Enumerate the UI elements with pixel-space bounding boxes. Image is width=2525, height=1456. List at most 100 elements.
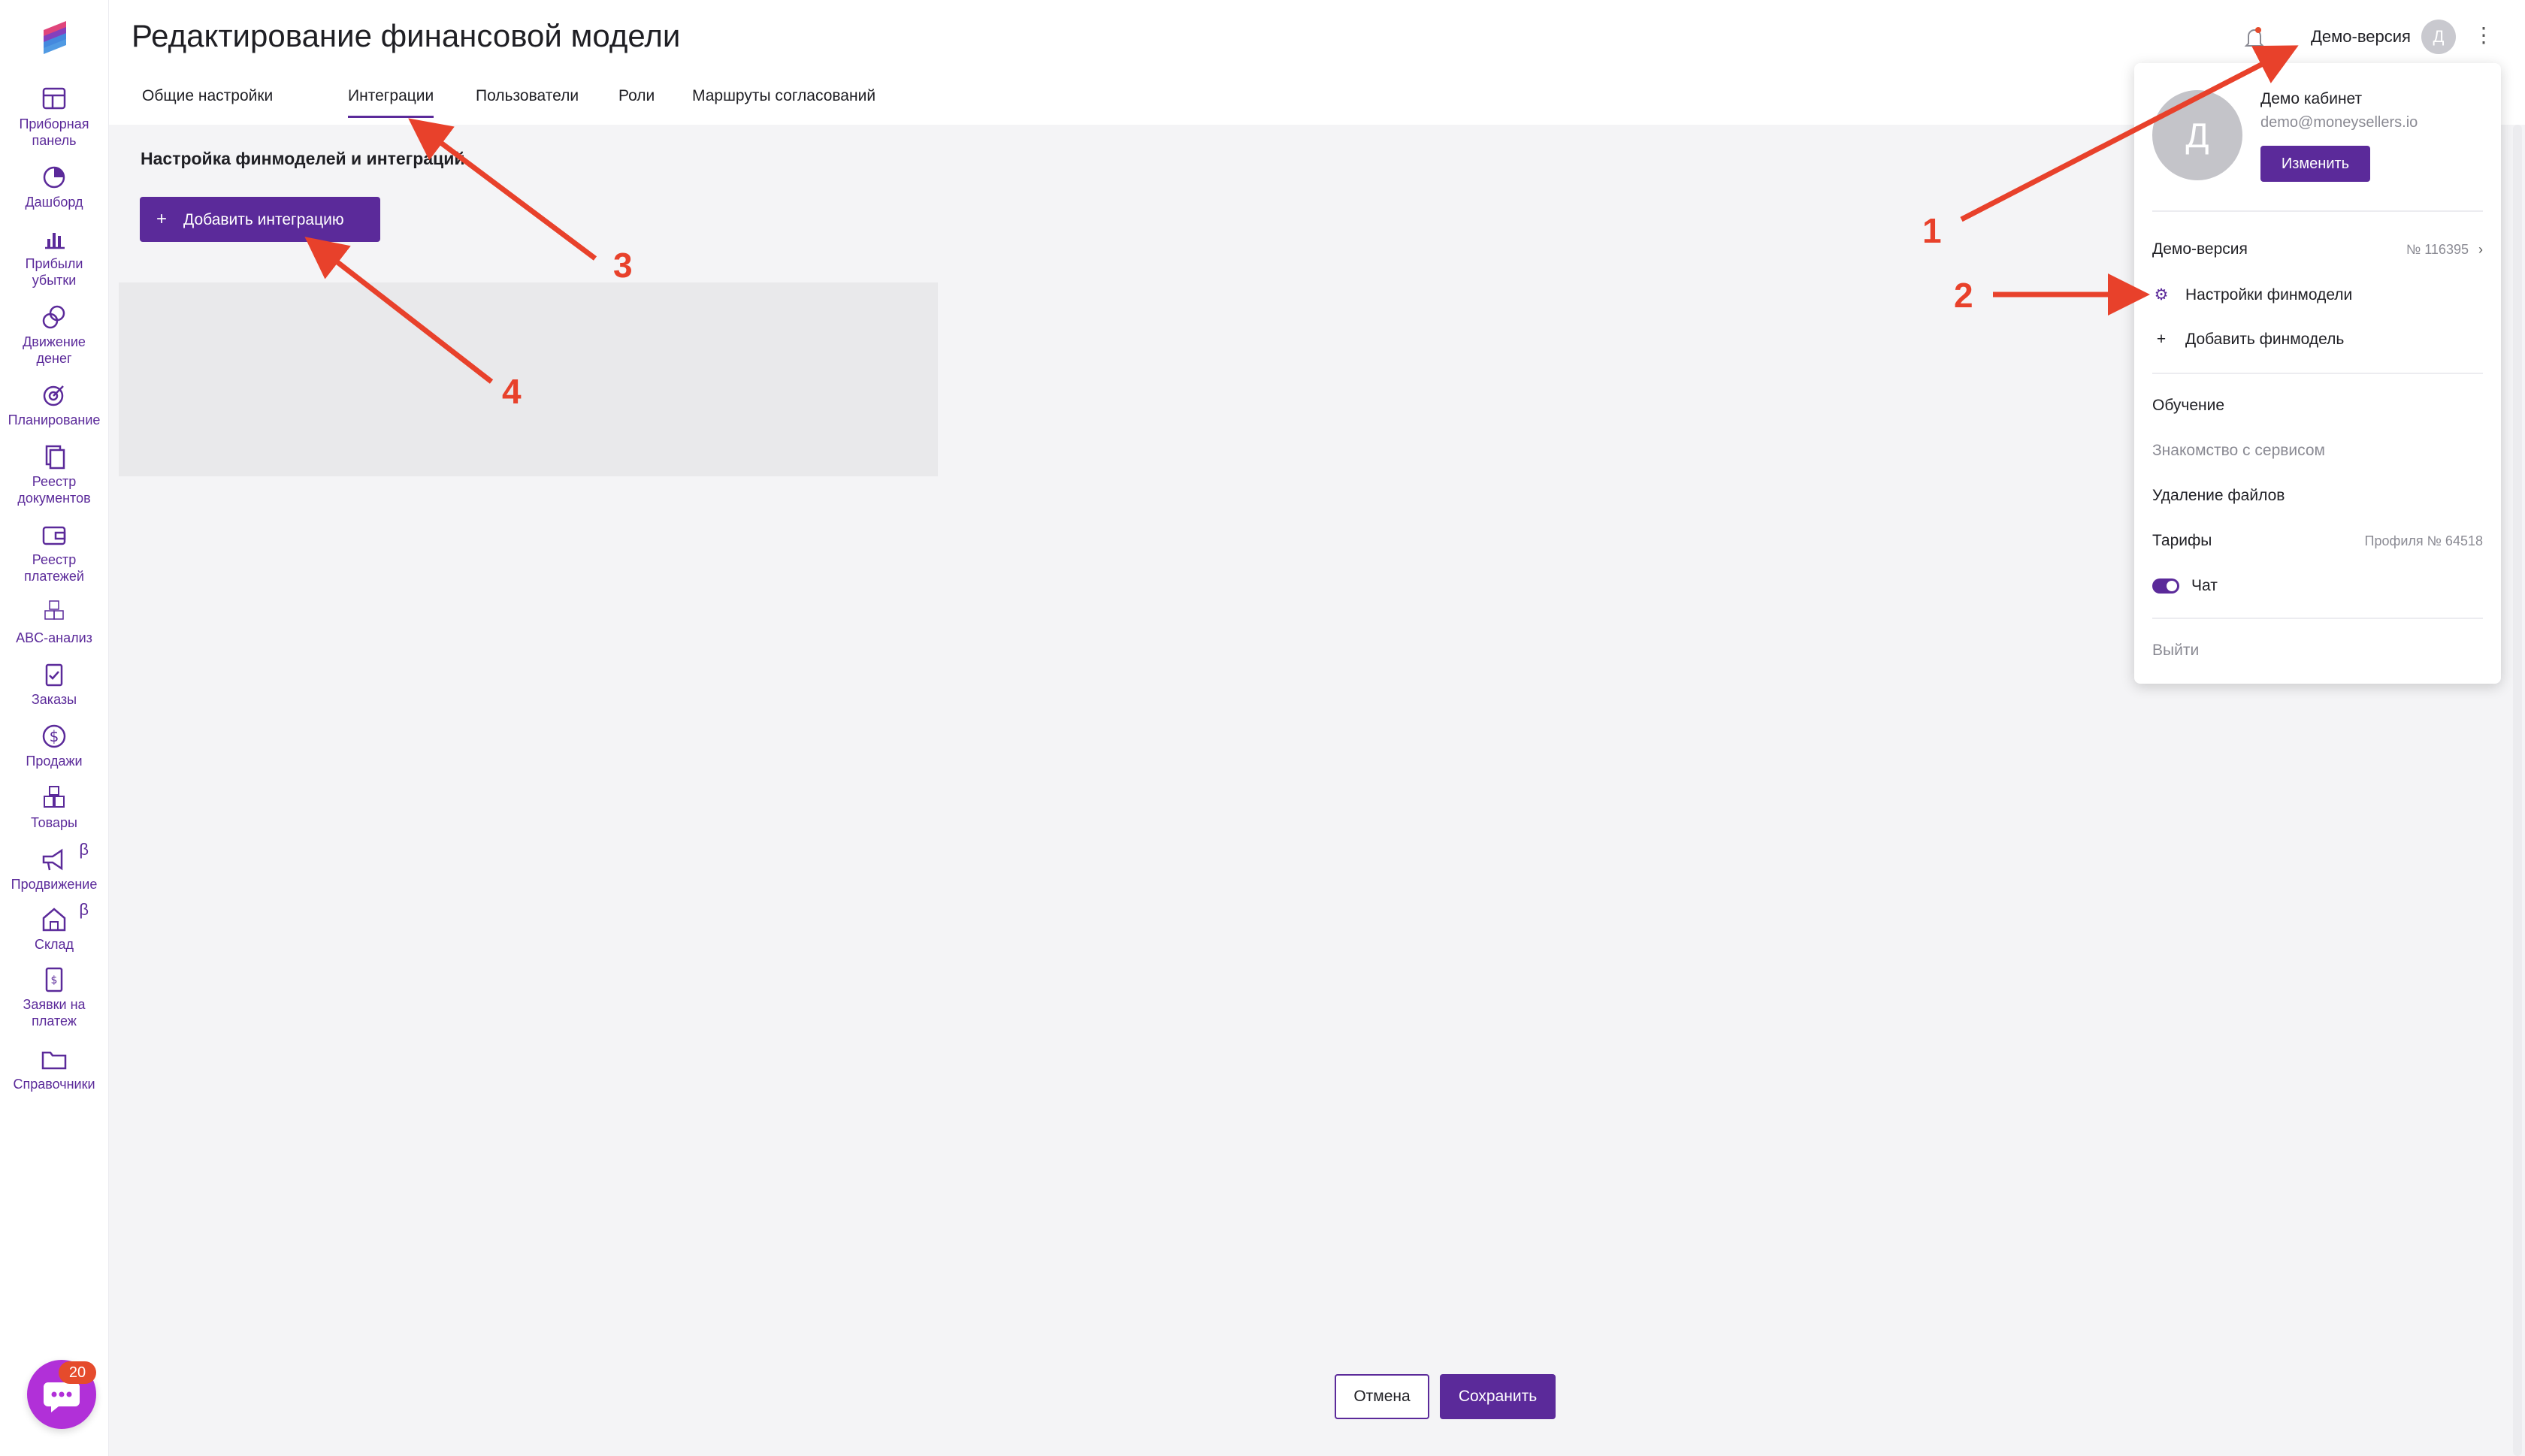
chat-toggle-item[interactable]: Чат (2152, 577, 2218, 595)
abc-icon (44, 600, 64, 620)
add-integration-label: Добавить интеграцию (183, 211, 344, 228)
add-finmodel-item[interactable]: + Добавить финмодель (2152, 331, 2344, 349)
tab-users[interactable]: Пользователи (476, 87, 579, 116)
tab-approval-routes[interactable]: Маршруты согласований (692, 87, 875, 116)
documents-icon (45, 445, 65, 470)
annotation-number-2: 2 (1954, 276, 1973, 315)
sidebar-item-label: Прибыли (25, 256, 83, 271)
sidebar-item-promotion[interactable]: β Продвижение (0, 841, 108, 893)
annotation-number-3: 3 (613, 246, 633, 285)
section-title: Настройка финмоделей и интеграций (141, 149, 465, 168)
sidebar-item-dashboard-panel[interactable]: Приборная панель (0, 86, 108, 149)
plus-icon: + (2156, 331, 2167, 348)
sidebar-item-cash-flow[interactable]: Движение денег (0, 304, 108, 367)
bar-chart-icon (45, 233, 65, 249)
divider (2152, 618, 2483, 619)
sidebar-item-profit-loss[interactable]: Прибыли убытки (0, 225, 108, 288)
beta-badge: β (79, 900, 89, 919)
logout-item[interactable]: Выйти (2152, 642, 2199, 660)
integrations-placeholder (119, 282, 938, 476)
sidebar-item-abc-analysis[interactable]: ABC-анализ (0, 600, 108, 646)
tab-roles[interactable]: Роли (618, 87, 655, 116)
sidebar-item-label: панель (32, 133, 77, 148)
sidebar-item-planning[interactable]: Планирование (0, 382, 108, 428)
page-title: Редактирование финансовой модели (132, 18, 681, 53)
tab-general-settings[interactable]: Общие настройки (142, 87, 273, 116)
more-vertical-icon[interactable]: ⋮ (2473, 23, 2494, 47)
cancel-button[interactable]: Отмена (1335, 1374, 1429, 1419)
divider (2152, 210, 2483, 212)
sidebar-item-label: платеж (32, 1013, 77, 1029)
account-name: Демо кабинет (2260, 90, 2363, 107)
chat-toggle-label: Чат (2191, 577, 2218, 594)
sidebar-item-dashboard[interactable]: Дашборд (0, 164, 108, 210)
sidebar-item-label: Справочники (13, 1077, 95, 1092)
tab-integrations[interactable]: Интеграции (348, 87, 434, 118)
finmodel-settings-label: Настройки финмодели (2185, 286, 2353, 304)
add-finmodel-label: Добавить финмодель (2185, 331, 2345, 348)
sidebar-item-warehouse[interactable]: β Склад (0, 902, 108, 953)
chat-toggle[interactable] (2152, 578, 2179, 594)
sidebar-item-label: Продажи (26, 754, 83, 769)
account-dropdown: Д Демо кабинет demo@moneysellers.io Изме… (2134, 63, 2501, 684)
sidebar-item-label: ABC-анализ (16, 630, 92, 645)
sidebar-item-label: Дашборд (25, 195, 83, 210)
sidebar-item-references[interactable]: Справочники (0, 1046, 108, 1092)
change-button[interactable]: Изменить (2260, 146, 2370, 182)
avatar[interactable]: Д (2421, 20, 2456, 54)
megaphone-icon (42, 848, 63, 871)
sidebar: Приборная панель Дашборд Прибыли убытки … (0, 0, 109, 1456)
sidebar-item-label: Заказы (31, 692, 77, 707)
dropdown-avatar: Д (2152, 90, 2242, 180)
sidebar-item-label: убытки (32, 273, 77, 288)
sidebar-item-label: платежей (24, 569, 84, 584)
demo-version-item[interactable]: Демо-версия (2152, 240, 2248, 258)
demo-number-value: № 116395 (2406, 242, 2469, 257)
save-button[interactable]: Сохранить (1440, 1374, 1556, 1419)
finmodel-settings-item[interactable]: ⚙ Настройки финмодели (2152, 285, 2353, 304)
sidebar-item-documents-registry[interactable]: Реестр документов (0, 443, 108, 506)
account-label[interactable]: Демо-версия (2311, 27, 2411, 47)
account-email: demo@moneysellers.io (2260, 114, 2418, 131)
app-logo[interactable] (36, 20, 72, 56)
sidebar-item-label: Заявки на (23, 997, 86, 1012)
training-item[interactable]: Обучение (2152, 397, 2224, 415)
sidebar-item-label: денег (36, 351, 72, 366)
sidebar-item-goods[interactable]: Товары (0, 784, 108, 831)
sidebar-item-orders[interactable]: Заказы (0, 661, 108, 708)
delete-files-item[interactable]: Удаление файлов (2152, 487, 2285, 505)
sidebar-item-label: Приборная (19, 116, 89, 131)
pie-chart-icon (43, 166, 65, 189)
scrollbar[interactable] (2513, 125, 2522, 1456)
bell-icon[interactable] (2239, 23, 2269, 53)
add-integration-button[interactable]: + Добавить интеграцию (140, 197, 380, 242)
chat-badge: 20 (59, 1361, 96, 1384)
sidebar-item-label: Движение (23, 334, 86, 349)
dashboard-icon (42, 87, 66, 110)
sidebar-item-payment-requests[interactable]: $ Заявки на платеж (0, 966, 108, 1029)
sidebar-item-sales[interactable]: $ Продажи (0, 723, 108, 769)
profile-number: Профиля № 64518 (2364, 533, 2483, 548)
sidebar-item-label: Продвижение (11, 877, 98, 892)
arrow-3 (408, 118, 597, 261)
divider (2152, 373, 2483, 374)
beta-badge: β (79, 840, 89, 859)
sidebar-item-label: Реестр (32, 552, 77, 567)
chevron-right-icon: › (2478, 242, 2483, 257)
warehouse-icon (42, 908, 66, 932)
coins-icon (42, 305, 65, 329)
plus-icon: + (156, 209, 168, 229)
sidebar-item-label: Склад (34, 937, 74, 952)
folder-icon (41, 1051, 67, 1070)
annotation-number-1: 1 (1922, 211, 1942, 250)
intro-item[interactable]: Знакомство с сервисом (2152, 442, 2325, 460)
tariffs-item[interactable]: Тарифы (2152, 532, 2212, 550)
demo-version-label: Демо-версия (2152, 240, 2248, 258)
invoice-icon: $ (45, 967, 63, 992)
sidebar-item-payments-registry[interactable]: Реестр платежей (0, 521, 108, 585)
sidebar-item-label: Реестр (32, 474, 77, 489)
annotation-number-4: 4 (502, 372, 522, 411)
svg-text:$: $ (50, 727, 59, 745)
dollar-icon: $ (42, 724, 66, 748)
boxes-icon (44, 786, 65, 808)
